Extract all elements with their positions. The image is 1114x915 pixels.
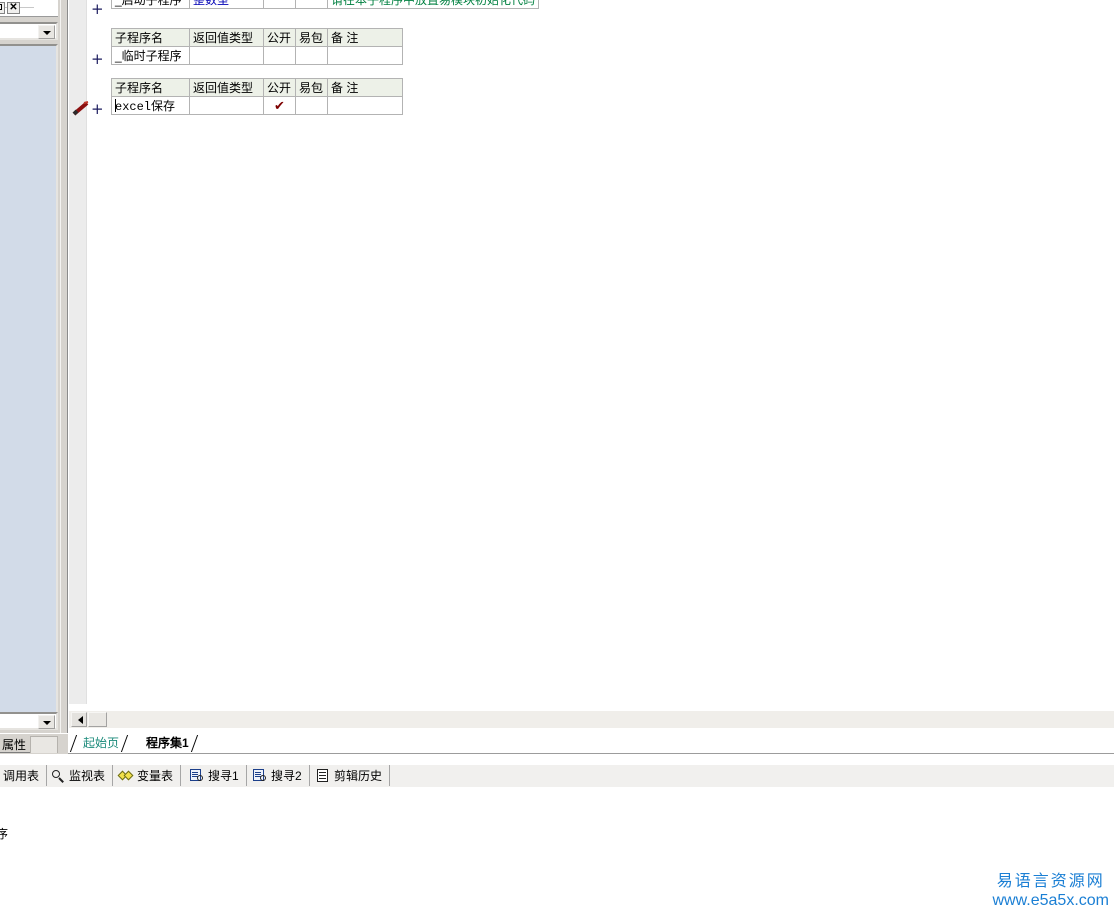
watermark-url: www.e5a5x.com	[992, 892, 1110, 909]
tab-clip-history[interactable]: 剪辑历史	[309, 765, 391, 786]
header-note: 备 注	[327, 28, 403, 47]
header-return-type: 返回值类型	[189, 78, 264, 97]
table-temp-subroutine[interactable]: 子程序名 返回值类型 公开 易包 备 注 _临时子程序	[111, 28, 403, 65]
header-subroutine-name: 子程序名	[111, 28, 190, 47]
cell-note[interactable]: 请在本子程序中放置易模块初始化代码	[326, 0, 540, 9]
table-row[interactable]: _临时子程序	[111, 46, 403, 65]
restore-icon	[0, 4, 2, 10]
tab-start-page[interactable]: 起始页	[69, 734, 129, 752]
tab-program-set-1[interactable]: 程序集1	[136, 734, 198, 752]
tab-properties-label: 属性	[2, 738, 27, 752]
pencil-icon	[72, 101, 89, 116]
expand-marker-excel[interactable]: +	[91, 102, 104, 117]
cell-public[interactable]	[263, 46, 296, 65]
header-pack: 易包	[295, 28, 328, 47]
tab-properties[interactable]: 属性	[0, 734, 32, 753]
cell-return-type[interactable]: 整数型	[189, 0, 264, 9]
close-button[interactable]: ✕	[7, 2, 20, 14]
header-pack: 易包	[295, 78, 328, 97]
restore-button[interactable]	[0, 2, 5, 14]
document-tabbar: 起始页 程序集1	[68, 733, 1114, 754]
cell-note[interactable]	[327, 46, 403, 65]
tab-watch-table-label: 监视表	[69, 769, 106, 783]
output-pane[interactable]: 序	[0, 787, 1114, 915]
properties-tabstrip: 属性	[0, 733, 68, 754]
code-editor-area[interactable]: + + + _启动子程序 整数型 请在本子程序中放置易模块初始化代码 子程序名 …	[69, 0, 1114, 704]
properties-dock: ✕	[0, 0, 60, 733]
cell-subroutine-name[interactable]: _临时子程序	[111, 46, 190, 65]
watermark: 易语言资源网 www.e5a5x.com	[993, 871, 1110, 910]
cell-return-type[interactable]	[189, 46, 264, 65]
header-note: 备 注	[327, 78, 403, 97]
close-icon: ✕	[9, 2, 18, 13]
cell-pack[interactable]	[295, 96, 328, 115]
properties-grid[interactable]	[0, 44, 58, 714]
search-book-icon	[190, 768, 204, 783]
properties-object-combo[interactable]	[0, 22, 58, 40]
tab-variable-table-label: 变量表	[137, 769, 174, 783]
tab-search-2[interactable]: 搜寻2	[246, 765, 310, 786]
tab-search-1-label: 搜寻1	[208, 769, 239, 783]
table-header-row: 子程序名 返回值类型 公开 易包 备 注	[111, 28, 403, 47]
tab-search-2-label: 搜寻2	[271, 769, 302, 783]
tab-watch-table[interactable]: 监视表	[44, 765, 114, 786]
search-book-icon-2	[253, 768, 267, 783]
table-excel-subroutine[interactable]: 子程序名 返回值类型 公开 易包 备 注 excel保存 ✔	[111, 78, 403, 115]
clipboard-icon	[316, 768, 330, 783]
expand-marker-temp[interactable]: +	[91, 52, 104, 67]
chevron-down-glyph-2	[42, 721, 51, 725]
checkmark-icon: ✔	[274, 97, 285, 113]
properties-secondary-combo[interactable]	[0, 712, 58, 730]
tab-properties-spacer[interactable]	[30, 736, 58, 753]
watermark-site-name: 易语言资源网	[996, 871, 1105, 890]
arrow-left-icon	[78, 716, 83, 724]
scrollbar-thumb[interactable]	[88, 712, 107, 727]
table-startup-subroutine[interactable]: _启动子程序 整数型 请在本子程序中放置易模块初始化代码	[111, 0, 540, 9]
cell-return-type[interactable]	[189, 96, 264, 115]
cell-note[interactable]	[327, 96, 403, 115]
properties-titlebar: ✕	[0, 0, 58, 17]
cell-subroutine-name-label: excel保存	[115, 100, 176, 114]
tab-start-page-label: 起始页	[83, 736, 120, 750]
cell-pack[interactable]	[295, 46, 328, 65]
tab-program-set-1-label: 程序集1	[146, 736, 189, 750]
table-row[interactable]: _启动子程序 整数型 请在本子程序中放置易模块初始化代码	[111, 0, 540, 9]
table-row[interactable]: excel保存 ✔	[111, 96, 403, 115]
header-return-type: 返回值类型	[189, 28, 264, 47]
text-caret	[115, 99, 116, 112]
diamonds-icon	[117, 769, 134, 783]
cell-public[interactable]: ✔	[263, 96, 296, 115]
header-subroutine-name: 子程序名	[111, 78, 190, 97]
vertical-splitter[interactable]	[60, 0, 68, 733]
tab-call-table[interactable]: 调用表	[0, 765, 48, 786]
scroll-left-button[interactable]	[71, 712, 87, 727]
chevron-down-icon-2[interactable]	[38, 715, 55, 729]
header-public: 公开	[263, 78, 296, 97]
output-text: 序	[0, 827, 9, 841]
tab-call-table-label: 调用表	[3, 769, 40, 783]
magnifier-icon	[51, 769, 65, 783]
cell-public[interactable]	[263, 0, 296, 9]
tab-clip-history-label: 剪辑历史	[334, 769, 383, 783]
header-public: 公开	[263, 28, 296, 47]
tab-variable-table[interactable]: 变量表	[112, 765, 182, 786]
bottom-tool-tabbar: 调用表 监视表 变量表 搜寻1 搜寻2 剪辑历史	[0, 764, 1114, 788]
editor-horizontal-scrollbar[interactable]	[69, 710, 1114, 728]
expand-marker-startup[interactable]: +	[91, 2, 104, 17]
chevron-down-icon[interactable]	[38, 25, 55, 39]
cell-pack[interactable]	[295, 0, 328, 9]
table-header-row: 子程序名 返回值类型 公开 易包 备 注	[111, 78, 403, 97]
cell-subroutine-name[interactable]: _启动子程序	[111, 0, 190, 9]
tab-search-1[interactable]: 搜寻1	[183, 765, 247, 786]
chevron-down-glyph	[42, 31, 51, 35]
cell-subroutine-name[interactable]: excel保存	[111, 96, 190, 115]
